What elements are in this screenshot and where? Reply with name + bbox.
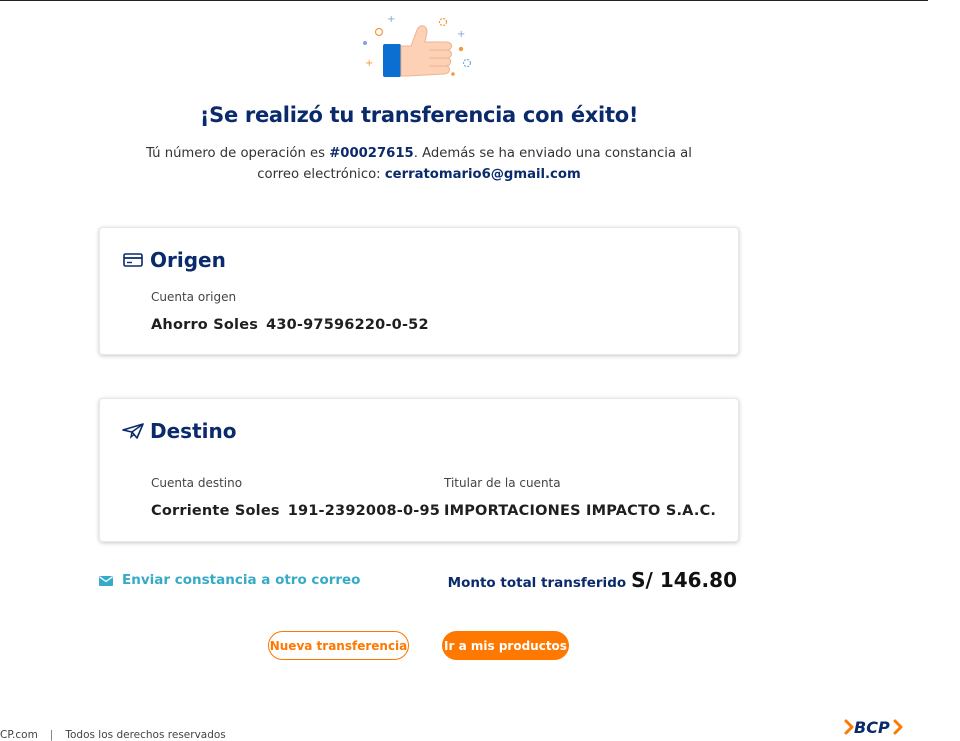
footer-rights: Todos los derechos reservados [65, 729, 226, 741]
card-icon [122, 249, 144, 271]
destino-card: Destino Cuenta destino Corriente Soles 19… [99, 398, 739, 542]
confirmation-email: cerratomario6@gmail.com [384, 167, 581, 182]
origen-title: Origen [150, 248, 226, 272]
origen-account-label: Cuenta origen [151, 290, 237, 304]
destino-account-number: 191-2392008-0-95 [287, 503, 441, 519]
logo-text: BCP [854, 718, 890, 737]
resend-link-label: Enviar constancia a otro correo [122, 572, 361, 588]
paper-plane-icon [122, 420, 144, 442]
origen-card: Origen Cuenta origen Ahorro Soles 430-975… [99, 227, 739, 355]
holder-label: Titular de la cuenta [444, 476, 561, 490]
destino-title: Destino [150, 419, 237, 443]
operation-number: #00027615 [329, 146, 414, 161]
destino-header: Destino [122, 419, 236, 443]
my-products-button[interactable]: Ir a mis productos [442, 631, 569, 660]
svg-text:+: + [457, 29, 465, 40]
holder-name: IMPORTACIONES IMPACTO S.A.C. [444, 503, 717, 519]
total-value: S/ 146.80 [631, 568, 737, 592]
origen-header: Origen [122, 248, 226, 272]
thumbs-up-illustration: + + + [363, 14, 472, 77]
svg-text:+: + [365, 58, 373, 69]
footer: CP.com | Todos los derechos reservados [0, 729, 226, 741]
footer-site-link[interactable]: CP.com [0, 729, 38, 741]
total-label: Monto total transferido [447, 575, 627, 591]
origen-account-number: 430-97596220-0-52 [266, 317, 429, 333]
bcp-logo: BCP [844, 718, 903, 737]
page-title: ¡Se realizó tu transferencia con éxito! [199, 103, 639, 127]
confirmation-message: Tú número de operación es #00027615. Ade… [130, 143, 708, 185]
envelope-icon [99, 574, 115, 586]
resend-receipt-link[interactable]: Enviar constancia a otro correo [99, 572, 360, 588]
footer-separator: | [49, 729, 54, 741]
top-divider [0, 0, 928, 1]
svg-text:+: + [387, 14, 395, 25]
destino-account-value: Corriente Soles 191-2392008-0-95 [151, 503, 440, 519]
destino-account-type: Corriente Soles [151, 503, 280, 519]
origen-account-type: Ahorro Soles [151, 317, 259, 333]
destino-account-label: Cuenta destino [151, 476, 243, 490]
message-prefix: Tú número de operación es [146, 146, 330, 161]
new-transfer-button[interactable]: Nueva transferencia [268, 631, 409, 660]
origen-account-value: Ahorro Soles 430-97596220-0-52 [151, 317, 429, 333]
total-amount: Monto total transferido S/ 146.80 [448, 568, 737, 592]
